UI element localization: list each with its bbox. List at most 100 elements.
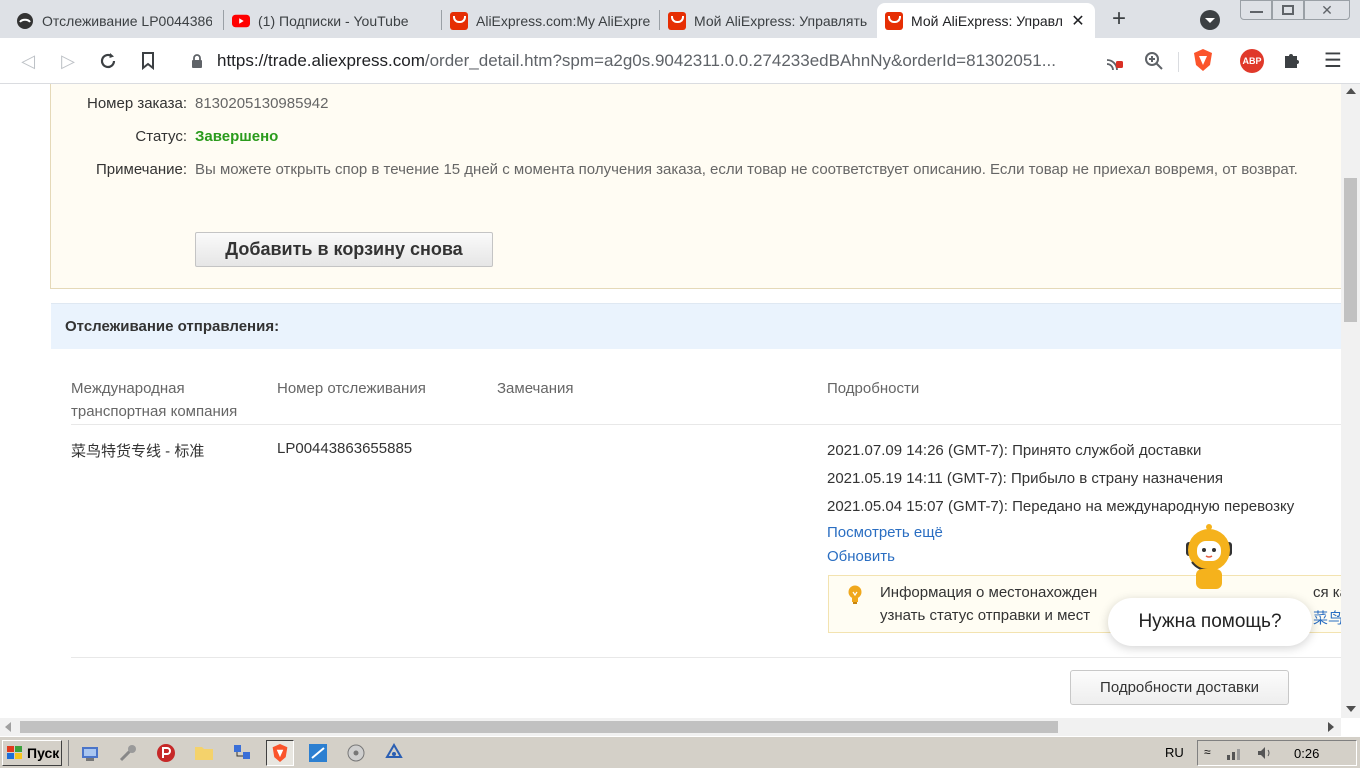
aliexpress-icon (668, 11, 686, 30)
column-remarks: Замечания (497, 380, 574, 397)
new-tab-button[interactable]: + (1106, 6, 1132, 32)
url-host: https://trade.aliexpress.com (217, 51, 425, 70)
tracking-title: Отслеживание отправления: (65, 318, 280, 335)
reload-icon (100, 53, 116, 69)
language-indicator[interactable]: RU (1165, 745, 1184, 760)
recycle-icon[interactable] (383, 742, 405, 764)
start-button[interactable]: Пуск (2, 740, 62, 766)
vertical-scrollbar[interactable] (1341, 84, 1360, 718)
app-icon[interactable] (307, 742, 329, 764)
tab-aliexpress-manage[interactable]: Мой AliExpress: Управлять (660, 3, 876, 38)
browser-window: Отслеживание LP00443863655885 (1) Подпис… (0, 0, 1360, 768)
cast-blocked-icon[interactable] (1104, 52, 1124, 75)
browser-toolbar: ◁ ▷ https://trade.aliexpress.com/order_d… (0, 38, 1360, 84)
close-icon: ✕ (1321, 2, 1333, 18)
tab-strip: Отслеживание LP00443863655885 (1) Подпис… (0, 0, 1360, 38)
column-carrier: Международная транспортная компания (71, 380, 238, 420)
network-places-icon[interactable] (231, 742, 253, 764)
tab-tracking[interactable]: Отслеживание LP00443863655885 (8, 3, 220, 38)
status-label: Статус: (135, 128, 187, 145)
brave-shield-icon[interactable] (1192, 48, 1214, 77)
url-path: /order_detail.htm?spm=a2g0s.9042311.0.0.… (424, 51, 1056, 70)
url-text[interactable]: https://trade.aliexpress.com/order_detai… (217, 51, 1087, 71)
clock: 0:26 (1294, 746, 1320, 761)
note-label: Примечание: (96, 161, 187, 178)
menu-icon[interactable]: ☰ (1324, 48, 1342, 73)
brave-taskbar-button[interactable] (266, 740, 294, 766)
add-to-cart-again-button[interactable]: Добавить в корзину снова (195, 232, 493, 267)
tab-aliexpress-my[interactable]: AliExpress.com:My AliExpress (442, 3, 658, 38)
zoom-icon[interactable] (1144, 51, 1164, 76)
horizontal-scrollbar[interactable] (0, 718, 1341, 736)
p-app-icon[interactable] (155, 742, 177, 764)
address-bar[interactable]: https://trade.aliexpress.com/order_detai… (174, 44, 1170, 78)
network-app-icon[interactable] (79, 742, 101, 764)
minimize-button[interactable] (1240, 0, 1272, 20)
tracking-event: 2021.05.04 15:07 (GMT-7): Передано на ме… (827, 498, 1295, 515)
delivery-details-button[interactable]: Подробности доставки (1070, 670, 1289, 705)
tray-expand-icon[interactable]: ≈ (1204, 745, 1211, 759)
tab-aliexpress-active[interactable]: Мой AliExpress: Управлять ✕ (877, 3, 1095, 38)
column-tracking-number: Номер отслеживания (277, 380, 426, 397)
tools-icon[interactable] (117, 742, 139, 764)
vertical-scroll-thumb[interactable] (1344, 178, 1357, 322)
lightbulb-icon (847, 585, 863, 610)
reload-button[interactable] (94, 47, 122, 75)
windows-taskbar: Пуск RU ≈ 0:26 (0, 736, 1360, 768)
start-label: Пуск (27, 745, 60, 761)
folder-icon[interactable] (193, 742, 215, 764)
brave-icon (272, 744, 288, 762)
help-chat-bubble[interactable]: Нужна помощь? (1108, 598, 1312, 646)
disc-icon[interactable] (345, 742, 367, 764)
minimize-icon (1250, 11, 1263, 13)
tracking-event: 2021.05.19 14:11 (GMT-7): Прибыло в стра… (827, 470, 1224, 487)
scroll-right-icon[interactable] (1328, 722, 1334, 732)
order-note: Вы можете открыть спор в течение 15 дней… (195, 161, 1298, 178)
forward-button[interactable]: ▷ (54, 47, 82, 75)
tab-title: Мой AliExpress: Управлять (911, 12, 1063, 29)
aliexpress-icon (885, 11, 903, 30)
tab-title: Мой AliExpress: Управлять (694, 12, 868, 29)
restore-button[interactable] (1272, 0, 1304, 20)
tracking-event: 2021.07.09 14:26 (GMT-7): Принято службо… (827, 442, 1202, 459)
order-number: 8130205130985942 (195, 95, 329, 112)
cainiao-link[interactable]: 菜鸟 (1313, 607, 1341, 628)
close-tab-icon[interactable]: ✕ (1069, 11, 1087, 31)
order-number-label: Номер заказа: (86, 95, 187, 112)
carrier-name: 菜鸟特货专线 - 标准 (71, 443, 205, 460)
horizontal-scroll-thumb[interactable] (20, 721, 1058, 733)
info-text-line1: Информация о местонахожденся каж (880, 584, 1341, 601)
aliexpress-icon (450, 11, 468, 30)
tracking-section-header: Отслеживание отправления: (51, 303, 1341, 349)
restore-icon (1282, 5, 1294, 15)
scroll-up-icon[interactable] (1346, 88, 1356, 94)
back-arrow-icon: ◁ (21, 50, 35, 71)
table-divider (71, 424, 1341, 425)
tab-title: (1) Подписки - YouTube (258, 12, 409, 29)
order-status: Завершено (195, 128, 279, 145)
help-robot-icon[interactable] (1178, 522, 1240, 592)
info-text-line2: узнать статус отправки и мест 菜鸟 (880, 607, 1341, 627)
signal-icon[interactable] (1226, 745, 1244, 764)
close-window-button[interactable]: ✕ (1304, 0, 1350, 20)
adblock-plus-icon[interactable]: ABP (1240, 49, 1264, 73)
tab-title: Отслеживание LP00443863655885 (42, 12, 212, 29)
view-more-link[interactable]: Посмотреть ещё (827, 524, 943, 541)
tab-youtube[interactable]: (1) Подписки - YouTube (224, 3, 440, 38)
lock-icon (191, 53, 203, 74)
extensions-icon[interactable] (1282, 50, 1302, 75)
windows-logo-icon (7, 746, 22, 759)
scroll-left-icon[interactable] (5, 722, 11, 732)
scroll-down-icon[interactable] (1346, 706, 1356, 712)
back-button[interactable]: ◁ (14, 47, 42, 75)
bookmark-button[interactable] (134, 47, 162, 75)
column-details: Подробности (827, 380, 920, 397)
tracking-number: LP00443863655885 (277, 440, 413, 457)
tab-search-icon[interactable] (1199, 9, 1221, 31)
tab-title: AliExpress.com:My AliExpress (476, 12, 650, 29)
volume-icon[interactable] (1256, 744, 1274, 765)
forward-arrow-icon: ▷ (61, 50, 75, 71)
section-divider (71, 657, 1341, 658)
system-tray: ≈ 0:26 (1197, 740, 1357, 766)
refresh-link[interactable]: Обновить (827, 548, 895, 565)
